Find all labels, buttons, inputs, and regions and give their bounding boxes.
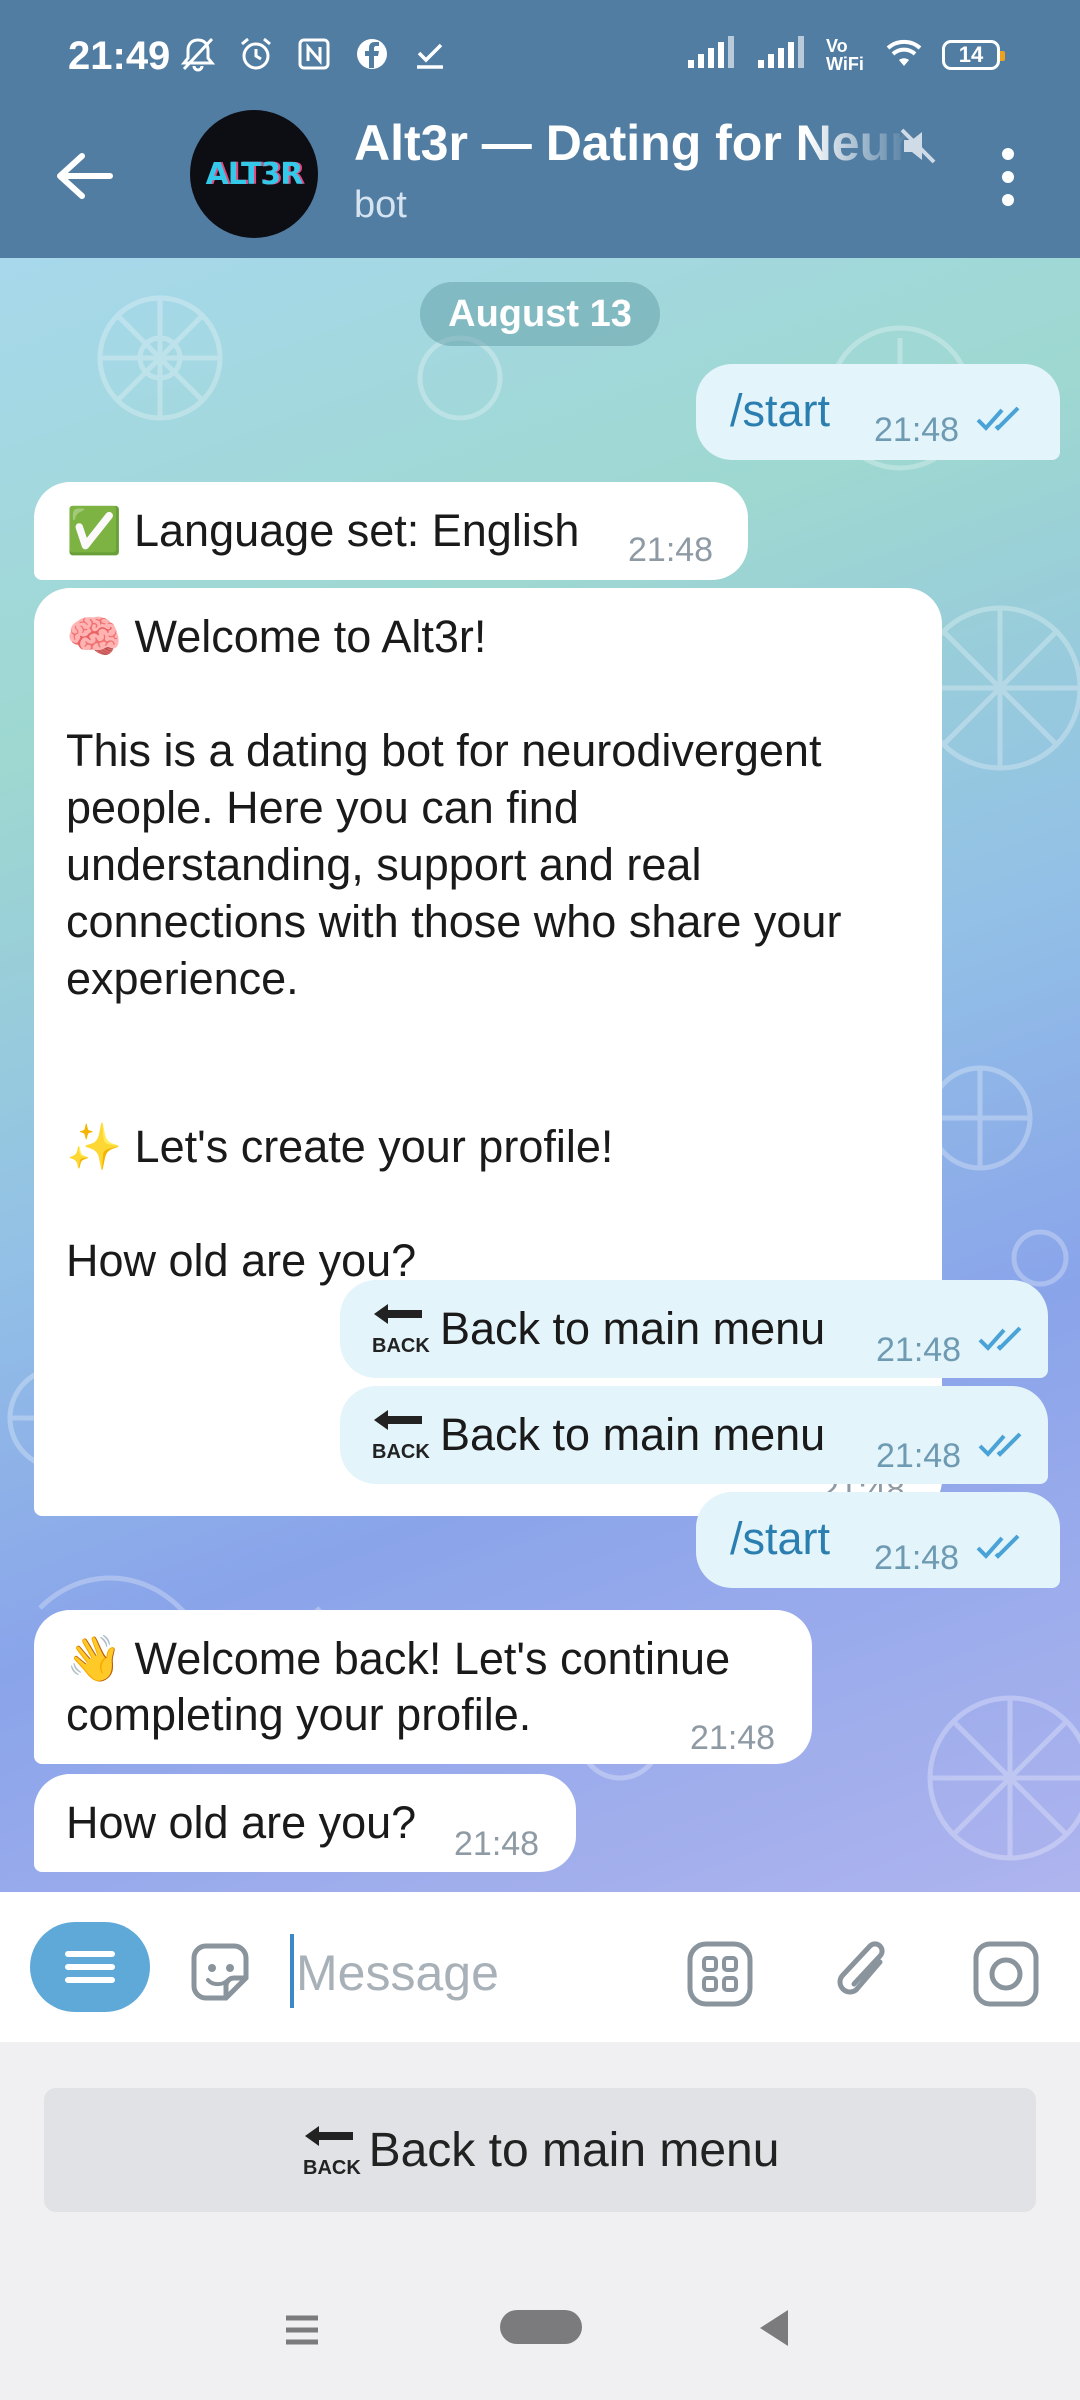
bot-menu-button[interactable] <box>30 1922 150 2012</box>
notification-icons <box>178 34 450 74</box>
svg-text:BACK: BACK <box>372 1441 430 1463</box>
message-paragraph: This is a dating bot for neurodivergent … <box>66 722 841 1007</box>
paragraph-line: connections with those who share your <box>66 896 842 947</box>
bot-avatar[interactable]: ALT3R <box>190 110 318 238</box>
message-time: 21:48 <box>454 1825 540 1863</box>
check-icon <box>410 34 450 74</box>
read-ticks-icon <box>976 1534 1020 1559</box>
status-time: 21:49 <box>68 34 171 78</box>
incoming-message[interactable]: How old are you? 21:48 <box>34 1774 576 1872</box>
nav-back-icon[interactable] <box>756 2306 792 2350</box>
back-arrow-icon[interactable] <box>52 150 116 202</box>
alarm-icon <box>236 34 276 74</box>
outgoing-message[interactable]: /start 21:48 <box>696 364 1060 460</box>
back-arrow-emoji-icon: BACK <box>301 2120 361 2180</box>
keyboard-button-label: Back to main menu <box>368 2123 780 2177</box>
message-text: Welcome back! Let's continue <box>134 1633 731 1684</box>
command-text[interactable]: /start <box>730 382 830 439</box>
read-ticks-icon <box>976 406 1020 431</box>
message-input[interactable] <box>294 1932 658 2014</box>
brain-emoji: 🧠 <box>66 610 123 663</box>
bot-commands-icon[interactable] <box>684 1938 756 2010</box>
message-time: 21:48 <box>876 1437 962 1475</box>
read-ticks-icon <box>978 1326 1022 1351</box>
command-text[interactable]: /start <box>730 1510 830 1567</box>
system-indicators: Vo WiFi 14 <box>686 34 1005 75</box>
profile-prompt: Let's create your profile! <box>134 1121 614 1172</box>
outgoing-message[interactable]: BACK Back to main menu 21:48 <box>340 1386 1048 1484</box>
wifi-icon <box>882 34 926 75</box>
chat-messages[interactable]: August 13 /start 21:48 ✅ Language set: E… <box>0 258 1080 1892</box>
signal-icon-2 <box>756 34 810 75</box>
muted-icon <box>898 126 938 166</box>
message-text: Back to main menu <box>440 1409 826 1460</box>
sticker-icon[interactable] <box>184 1936 256 2008</box>
message-text: Back to main menu <box>440 1303 826 1354</box>
message-text-line2: completing your profile. <box>66 1689 532 1740</box>
reply-keyboard: BACK Back to main menu <box>0 2042 1080 2262</box>
outgoing-message[interactable]: BACK Back to main menu 21:48 <box>340 1280 1048 1378</box>
message-line: 👋 Welcome back! Let's continue <box>66 1630 730 1687</box>
message-time: 21:48 <box>628 531 714 569</box>
signal-icon <box>686 34 740 75</box>
message-time: 21:48 <box>874 411 960 449</box>
message-time: 21:48 <box>690 1719 776 1757</box>
chat-title[interactable]: Alt3r — Dating for Neurodivergent <box>354 114 934 180</box>
paragraph-line: understanding, support and real <box>66 839 702 890</box>
battery-icon: 14 <box>942 39 1005 70</box>
message-text: How old are you? <box>66 1797 417 1848</box>
nfc-icon <box>294 34 334 74</box>
message-line: ✨ Let's create your profile! <box>66 1118 613 1175</box>
paragraph-line: experience. <box>66 953 299 1004</box>
battery-level: 14 <box>958 41 984 67</box>
message-time: 21:48 <box>876 1331 962 1369</box>
more-vertical-icon[interactable] <box>990 142 1026 212</box>
bell-off-icon <box>178 34 218 74</box>
message-line: 🧠 Welcome to Alt3r! <box>66 608 486 665</box>
chat-subtitle: bot <box>354 184 407 226</box>
status-bar: 21:49 Vo WiFi 14 <box>0 0 1080 118</box>
back-arrow-emoji-icon: BACK <box>370 1404 430 1464</box>
message-text: Language set: English <box>134 505 580 556</box>
svg-text:BACK: BACK <box>372 1335 430 1357</box>
back-to-main-menu-button[interactable]: BACK Back to main menu <box>44 2088 1036 2212</box>
hamburger-icon <box>65 1951 115 1983</box>
waving-hand-emoji: 👋 <box>66 1632 123 1685</box>
date-separator: August 13 <box>420 282 660 346</box>
facebook-icon <box>352 34 392 74</box>
home-button[interactable] <box>500 2310 582 2344</box>
age-question: How old are you? <box>66 1235 417 1286</box>
check-mark-emoji: ✅ <box>66 504 123 557</box>
system-navigation-bar <box>0 2262 1080 2400</box>
message-time: 21:48 <box>874 1539 960 1577</box>
camera-icon[interactable] <box>970 1938 1042 2010</box>
welcome-heading: Welcome to Alt3r! <box>134 611 487 662</box>
message-input-bar <box>0 1892 1080 2042</box>
paragraph-line: people. Here you can find <box>66 782 579 833</box>
recent-apps-icon[interactable] <box>282 2312 322 2348</box>
attach-paperclip-icon[interactable] <box>828 1932 900 2012</box>
vowifi-label: Vo WiFi <box>826 35 864 74</box>
incoming-message[interactable]: ✅ Language set: English 21:48 <box>34 482 748 580</box>
read-ticks-icon <box>978 1432 1022 1457</box>
sparkles-emoji: ✨ <box>66 1120 123 1173</box>
paragraph-line: This is a dating bot for neurodivergent <box>66 725 822 776</box>
chat-header: 21:49 Vo WiFi 14 ALT3R Alt3r — Dating fo… <box>0 0 1080 258</box>
svg-text:BACK: BACK <box>303 2157 361 2179</box>
incoming-message[interactable]: 👋 Welcome back! Let's continue completin… <box>34 1610 812 1764</box>
back-arrow-emoji-icon: BACK <box>370 1298 430 1358</box>
outgoing-message[interactable]: /start 21:48 <box>696 1492 1060 1588</box>
